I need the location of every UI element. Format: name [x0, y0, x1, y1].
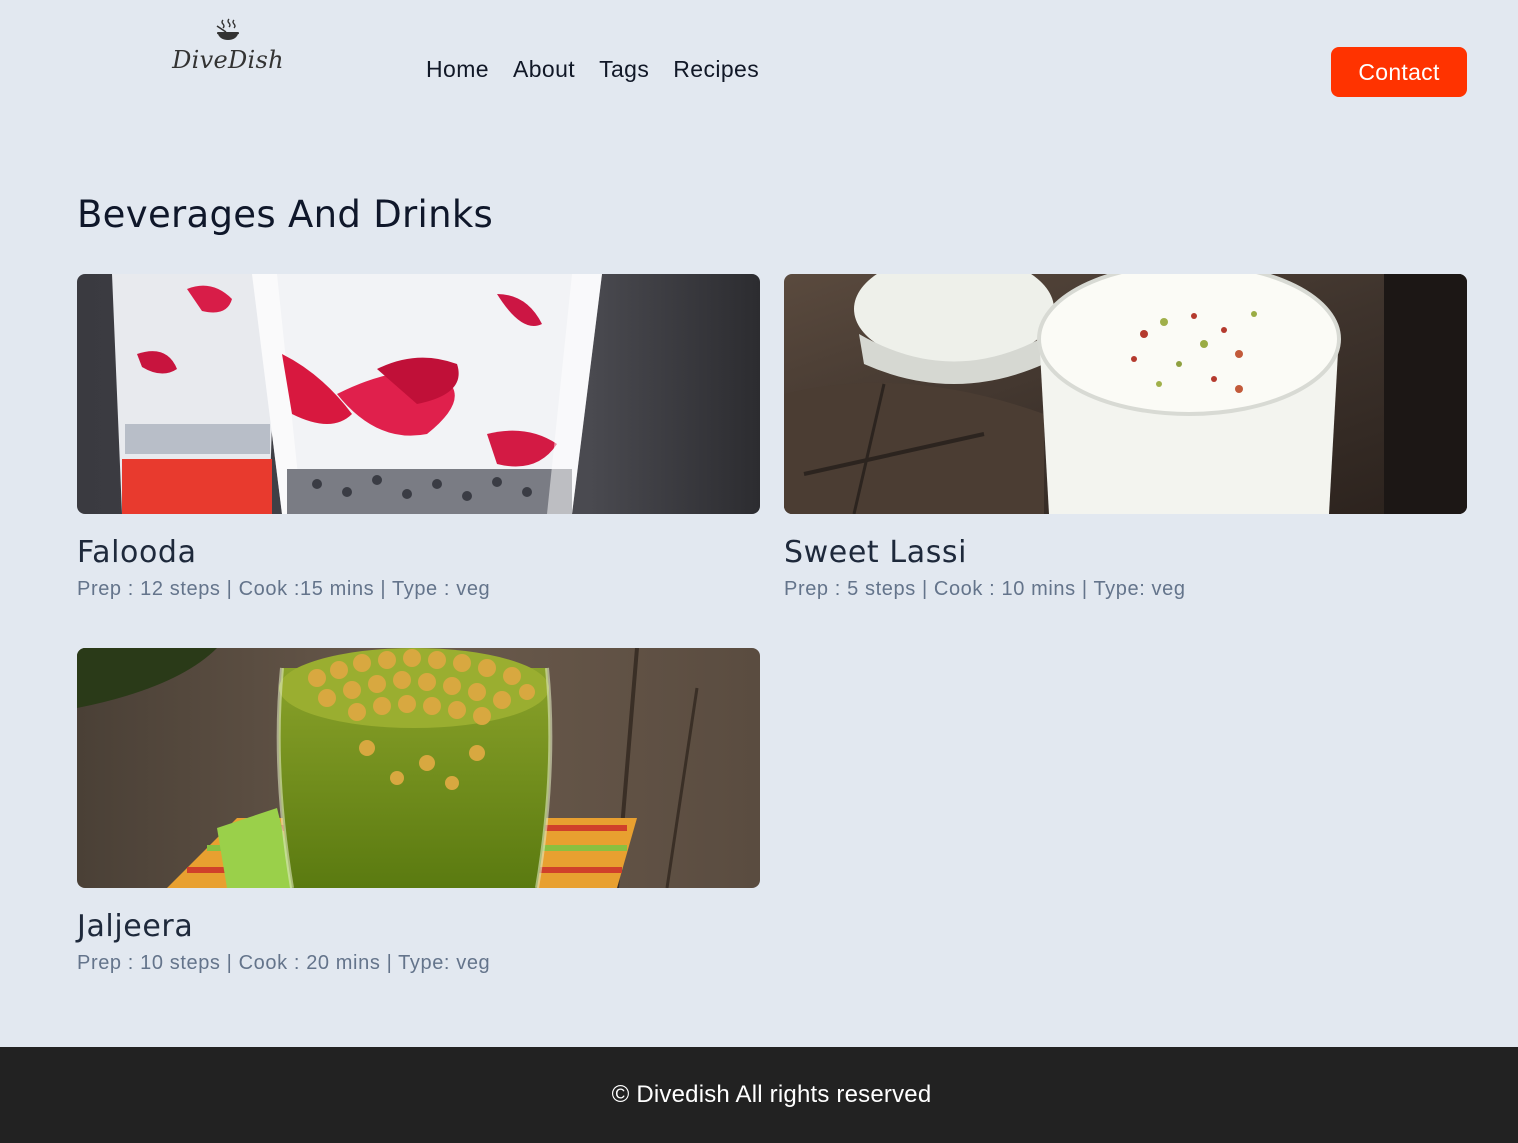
recipe-card-sweet-lassi[interactable]: Sweet Lassi Prep : 5 steps | Cook : 10 m… — [784, 274, 1467, 602]
sweet-lassi-image-graphic — [784, 274, 1467, 514]
page: DiveDish Home About Tags Recipes Contact… — [0, 0, 1518, 1143]
nav-item-about: About — [501, 52, 587, 87]
navbar: DiveDish Home About Tags Recipes Contact — [0, 0, 1518, 140]
brand-logo-link[interactable]: DiveDish — [170, 16, 286, 82]
nav-item-recipes: Recipes — [661, 52, 771, 87]
footer-copyright: © Divedish All rights reserved — [611, 1081, 932, 1108]
recipe-title: Falooda — [77, 535, 197, 570]
recipe-card-jaljeera[interactable]: Jaljeera Prep : 10 steps | Cook : 20 min… — [77, 648, 760, 976]
recipe-title: Jaljeera — [77, 909, 194, 944]
recipe-card-falooda[interactable]: Falooda Prep : 12 steps | Cook :15 mins … — [77, 274, 760, 602]
jaljeera-image-graphic — [77, 648, 760, 888]
nav-item-home: Home — [414, 52, 501, 87]
brand-name: DiveDish — [172, 46, 284, 74]
nav-menu: Home About Tags Recipes — [414, 52, 771, 87]
recipe-image-jaljeera — [77, 648, 760, 888]
falooda-image-graphic — [77, 274, 760, 514]
nav-link-about[interactable]: About — [501, 52, 587, 87]
contact-button[interactable]: Contact — [1331, 47, 1467, 97]
nav-link-home[interactable]: Home — [414, 52, 501, 87]
recipe-title: Sweet Lassi — [784, 535, 968, 570]
nav-item-tags: Tags — [587, 52, 661, 87]
nav-link-recipes[interactable]: Recipes — [661, 52, 771, 87]
page-title: Beverages And Drinks — [77, 193, 494, 236]
footer: © Divedish All rights reserved — [0, 1047, 1518, 1143]
recipe-meta: Prep : 12 steps | Cook :15 mins | Type :… — [77, 578, 491, 600]
recipe-meta: Prep : 5 steps | Cook : 10 mins | Type: … — [784, 578, 1186, 600]
recipe-meta: Prep : 10 steps | Cook : 20 mins | Type:… — [77, 952, 491, 974]
cooking-pot-icon — [216, 18, 239, 40]
recipe-image-sweet-lassi — [784, 274, 1467, 514]
recipe-image-falooda — [77, 274, 760, 514]
recipes-grid: Falooda Prep : 12 steps | Cook :15 mins … — [77, 274, 1467, 976]
nav-link-tags[interactable]: Tags — [587, 52, 661, 87]
